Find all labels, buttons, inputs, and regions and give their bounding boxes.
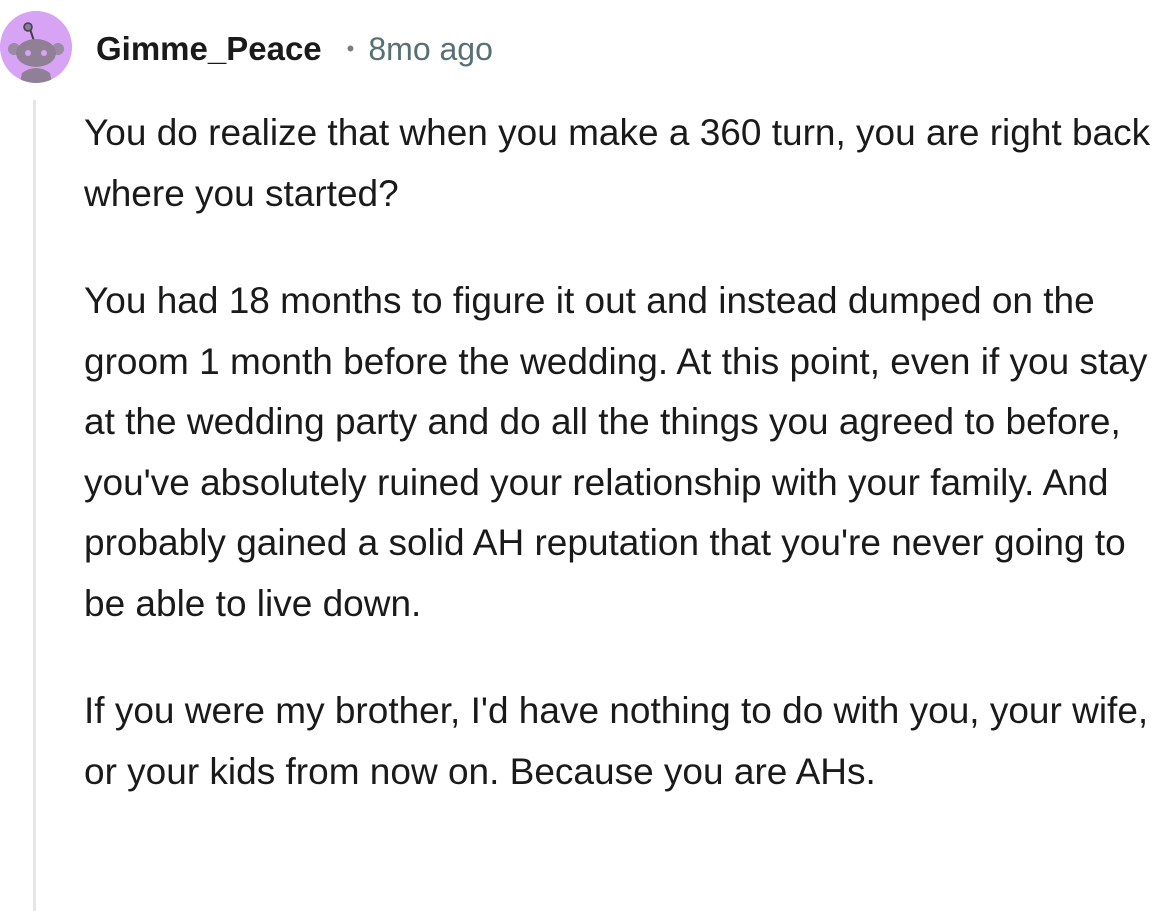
comment-paragraph-2: You had 18 months to figure it out and i… [84, 280, 1148, 624]
comment-body: You do realize that when you make a 360 … [84, 103, 1170, 802]
user-avatar[interactable] [0, 11, 72, 83]
meta-separator: • [346, 36, 355, 61]
snoo-avatar-icon [0, 11, 72, 83]
comment: Gimme_Peace • 8mo ago You do realize tha… [0, 0, 1173, 911]
username-link[interactable]: Gimme_Peace [96, 30, 322, 68]
comment-meta: Gimme_Peace • 8mo ago [96, 28, 493, 70]
thread-line[interactable] [33, 100, 36, 911]
comment-paragraph-3: If you were my brother, I'd have nothing… [84, 690, 1149, 792]
comment-paragraph-1: You do realize that when you make a 360 … [84, 112, 1151, 214]
timestamp[interactable]: 8mo ago [368, 31, 493, 68]
